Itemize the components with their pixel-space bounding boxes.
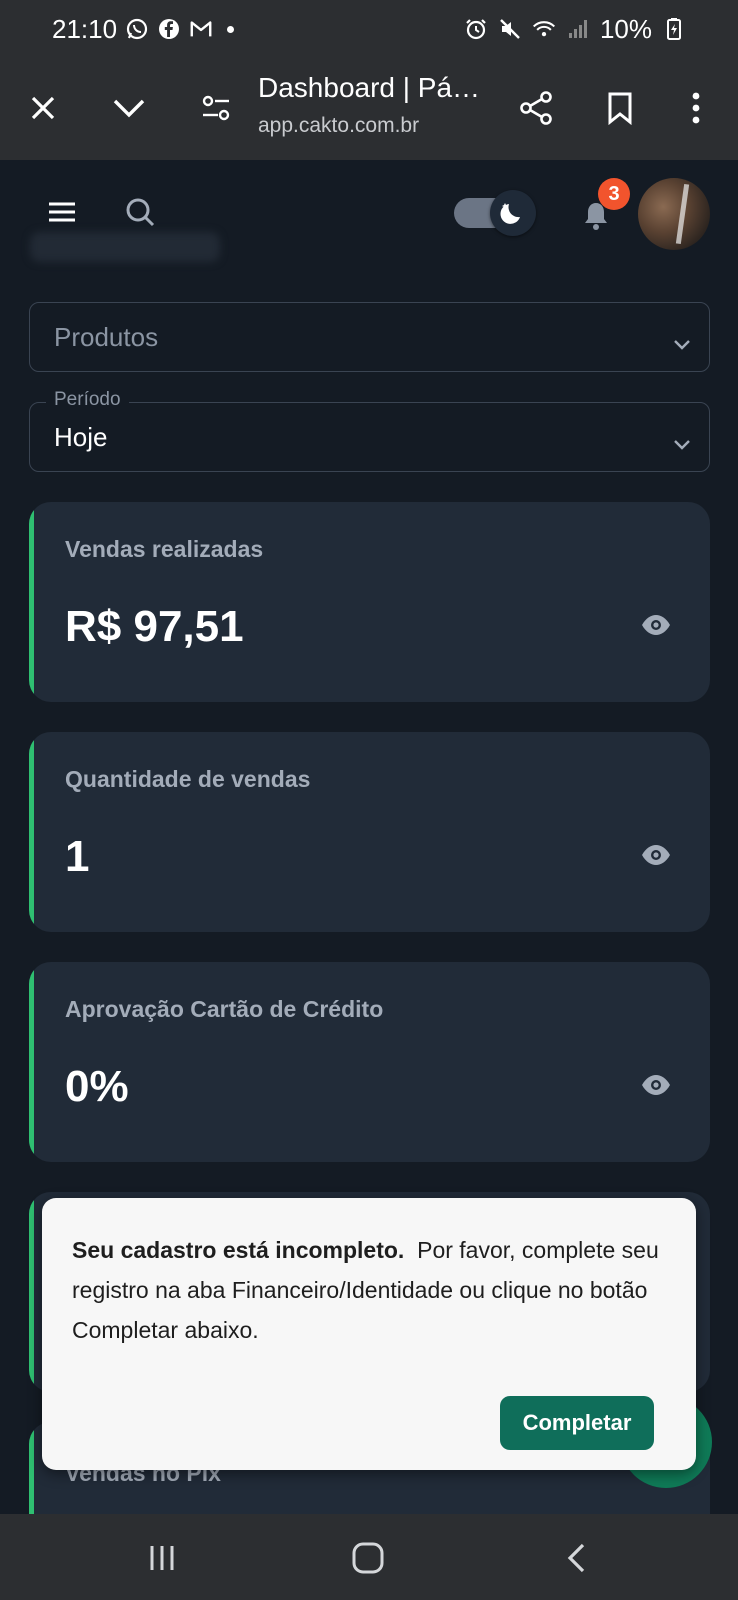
facebook-icon	[157, 17, 181, 41]
status-time: 21:10	[52, 13, 118, 44]
card-label: Aprovação Cartão de Crédito	[65, 996, 384, 1022]
wifi-icon	[532, 17, 556, 41]
page-title[interactable]: Dashboard | Pá…	[258, 72, 480, 104]
recents-icon[interactable]	[138, 1534, 186, 1582]
app-header: 3	[0, 160, 738, 272]
mute-icon	[498, 17, 522, 41]
chevron-down-icon[interactable]	[105, 84, 153, 132]
gmail-icon	[189, 17, 213, 41]
system-nav-bar	[0, 1514, 738, 1600]
moon-icon	[490, 190, 536, 236]
back-icon[interactable]	[552, 1534, 600, 1582]
site-settings-icon[interactable]	[192, 84, 240, 132]
notification-badge: 3	[598, 178, 630, 210]
incomplete-registration-toast: Seu cadastro está incompleto. Por favor,…	[42, 1198, 696, 1470]
search-icon[interactable]	[122, 194, 158, 230]
more-icon[interactable]	[672, 84, 720, 132]
close-icon[interactable]	[19, 84, 67, 132]
card-label: Vendas realizadas	[65, 536, 264, 562]
avatar[interactable]	[638, 178, 710, 250]
eye-icon[interactable]	[640, 614, 672, 641]
eye-icon[interactable]	[640, 1074, 672, 1101]
home-icon[interactable]	[344, 1534, 392, 1582]
card-value: 0%	[65, 1062, 129, 1111]
toast-title: Seu cadastro está incompleto.	[72, 1237, 405, 1263]
bookmark-icon[interactable]	[596, 84, 644, 132]
card-label: Quantidade de vendas	[65, 766, 311, 792]
battery-icon	[662, 17, 686, 41]
complete-button[interactable]: Completar	[500, 1396, 654, 1450]
products-placeholder: Produtos	[54, 321, 159, 352]
user-name-blurred	[30, 232, 220, 262]
card-sales-count: Quantidade de vendas 1	[29, 732, 710, 932]
browser-toolbar: Dashboard | Pá… app.cakto.com.br	[0, 58, 738, 160]
notification-dot	[227, 25, 235, 33]
chevron-down-icon	[673, 427, 691, 458]
signal-icon	[566, 17, 590, 41]
theme-toggle[interactable]	[454, 190, 546, 236]
card-sales-total: Vendas realizadas R$ 97,51	[29, 502, 710, 702]
share-icon[interactable]	[512, 84, 560, 132]
card-credit-approval: Aprovação Cartão de Crédito 0%	[29, 962, 710, 1162]
period-value: Hoje	[54, 421, 108, 452]
menu-icon[interactable]	[44, 194, 80, 230]
period-select[interactable]: Hoje	[29, 402, 710, 472]
card-value: R$ 97,51	[65, 602, 244, 651]
page-url[interactable]: app.cakto.com.br	[258, 114, 419, 138]
eye-icon[interactable]	[640, 844, 672, 871]
battery-percent: 10%	[599, 13, 652, 44]
alarm-icon	[464, 17, 488, 41]
products-select[interactable]: Produtos	[29, 302, 710, 372]
period-label: Período	[46, 389, 129, 411]
whatsapp-icon	[125, 17, 149, 41]
status-bar: 21:10 10%	[0, 0, 738, 58]
card-value: 1	[65, 832, 90, 881]
chevron-down-icon	[673, 327, 691, 358]
